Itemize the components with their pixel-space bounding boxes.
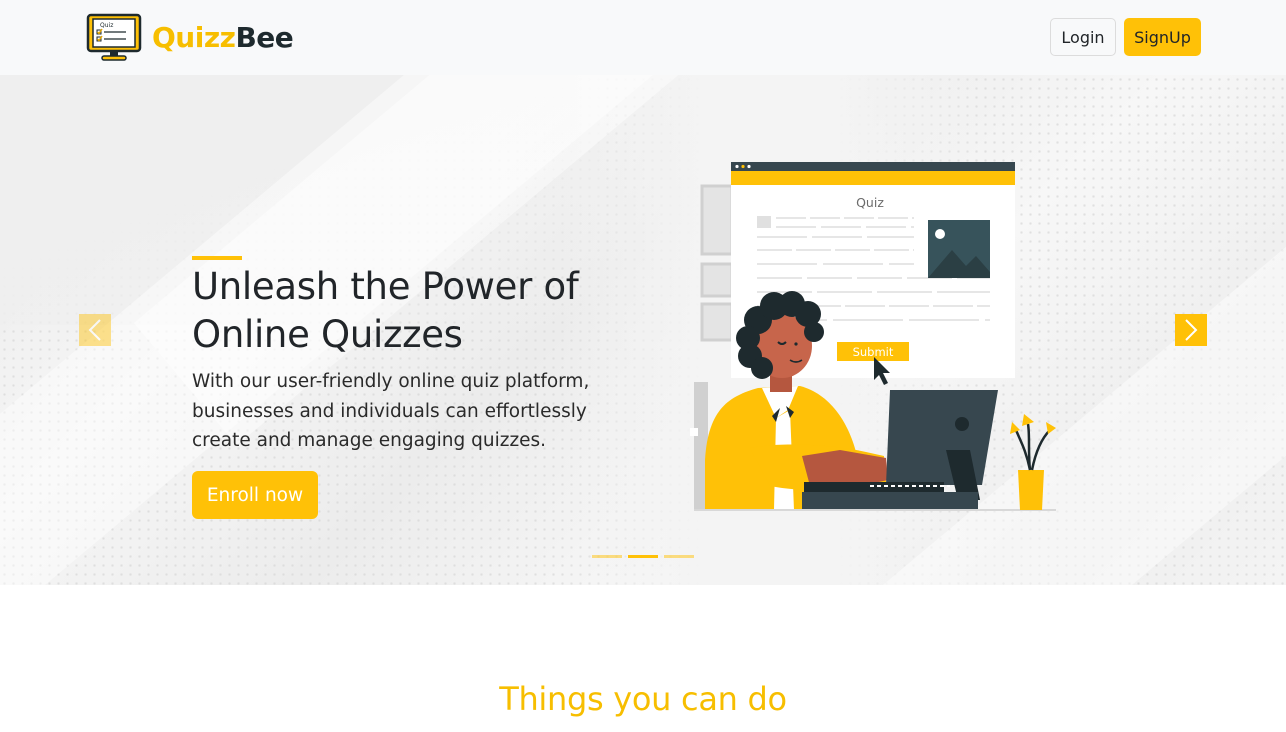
brand-name-bee: Bee xyxy=(235,20,294,54)
chevron-left-icon xyxy=(88,319,101,341)
brand-name: QuizzBee xyxy=(152,20,294,54)
computer-quiz-icon: Quiz xyxy=(86,13,142,61)
quiz-illustration: Quiz Submit xyxy=(690,162,1056,511)
section-title: Things you can do xyxy=(499,680,787,718)
brand-name-quizz: Quizz xyxy=(152,20,236,54)
signup-button[interactable]: SignUp xyxy=(1124,18,1201,56)
carousel-indicator[interactable] xyxy=(664,555,694,558)
carousel-indicator[interactable] xyxy=(592,555,622,558)
carousel-prev-button[interactable] xyxy=(79,314,111,346)
enroll-now-button[interactable]: Enroll now xyxy=(192,471,318,519)
title-accent-bar xyxy=(192,256,242,260)
carousel-next-button[interactable] xyxy=(1175,314,1207,346)
illustration-window-title: Quiz xyxy=(856,195,884,210)
navbar: Quiz QuizzBee Login SignUp xyxy=(0,0,1286,75)
hero-title: Unleash the Power of Online Quizzes xyxy=(192,265,579,356)
hero-carousel: Unleash the Power of Online Quizzes With… xyxy=(0,75,1286,585)
carousel-indicators xyxy=(592,555,694,558)
carousel-indicator-active[interactable] xyxy=(628,555,658,558)
svg-text:Quiz: Quiz xyxy=(100,22,113,29)
brand-link[interactable]: Quiz QuizzBee xyxy=(86,12,294,62)
chevron-right-icon xyxy=(1185,319,1198,341)
hero-description: With our user-friendly online quiz platf… xyxy=(192,371,590,451)
illustration-submit-label: Submit xyxy=(853,345,894,359)
login-button[interactable]: Login xyxy=(1050,18,1116,56)
